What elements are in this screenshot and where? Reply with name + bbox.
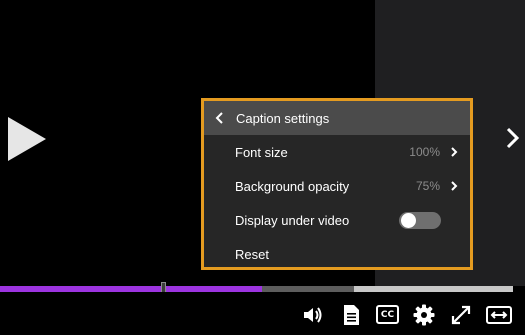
chevron-right-icon [451, 181, 458, 191]
background-opacity-value: 75% [415, 179, 440, 193]
cc-icon: CC [380, 309, 395, 320]
display-under-video-toggle[interactable] [399, 212, 441, 229]
fullscreen-button[interactable] [450, 304, 472, 326]
caption-settings-menu: Caption settings Font size 100% Backgrou… [201, 98, 473, 270]
volume-icon [304, 307, 322, 323]
control-bar: CC [0, 292, 525, 335]
background-opacity-item[interactable]: Background opacity 75% [204, 169, 470, 203]
volume-button[interactable] [302, 304, 324, 326]
font-size-value: 100% [409, 145, 440, 159]
background-opacity-label: Background opacity [235, 178, 350, 194]
settings-icon [413, 304, 435, 326]
chevron-left-icon [215, 112, 223, 124]
video-player: Caption settings Font size 100% Backgrou… [0, 0, 525, 335]
chevron-right-icon [451, 147, 458, 157]
font-size-label: Font size [235, 144, 288, 160]
settings-button[interactable] [413, 304, 435, 326]
menu-title: Caption settings [236, 110, 330, 126]
expand-width-button[interactable] [486, 304, 512, 326]
play-button[interactable] [6, 115, 48, 163]
cc-button[interactable]: CC [376, 305, 399, 324]
toggle-knob [401, 213, 416, 228]
caption-settings-back[interactable]: Caption settings [204, 101, 470, 135]
chevron-right-icon [506, 127, 520, 149]
reset-item[interactable]: Reset [204, 237, 470, 271]
font-size-item[interactable]: Font size 100% [204, 135, 470, 169]
play-icon [8, 117, 46, 161]
display-under-video-label: Display under video [235, 212, 350, 228]
next-button[interactable] [505, 126, 521, 150]
transcript-icon [344, 305, 359, 325]
reset-label: Reset [235, 246, 269, 262]
expand-width-icon [486, 306, 512, 324]
transcript-button[interactable] [340, 304, 362, 326]
fullscreen-icon [451, 305, 471, 325]
display-under-video-item: Display under video [204, 203, 470, 237]
